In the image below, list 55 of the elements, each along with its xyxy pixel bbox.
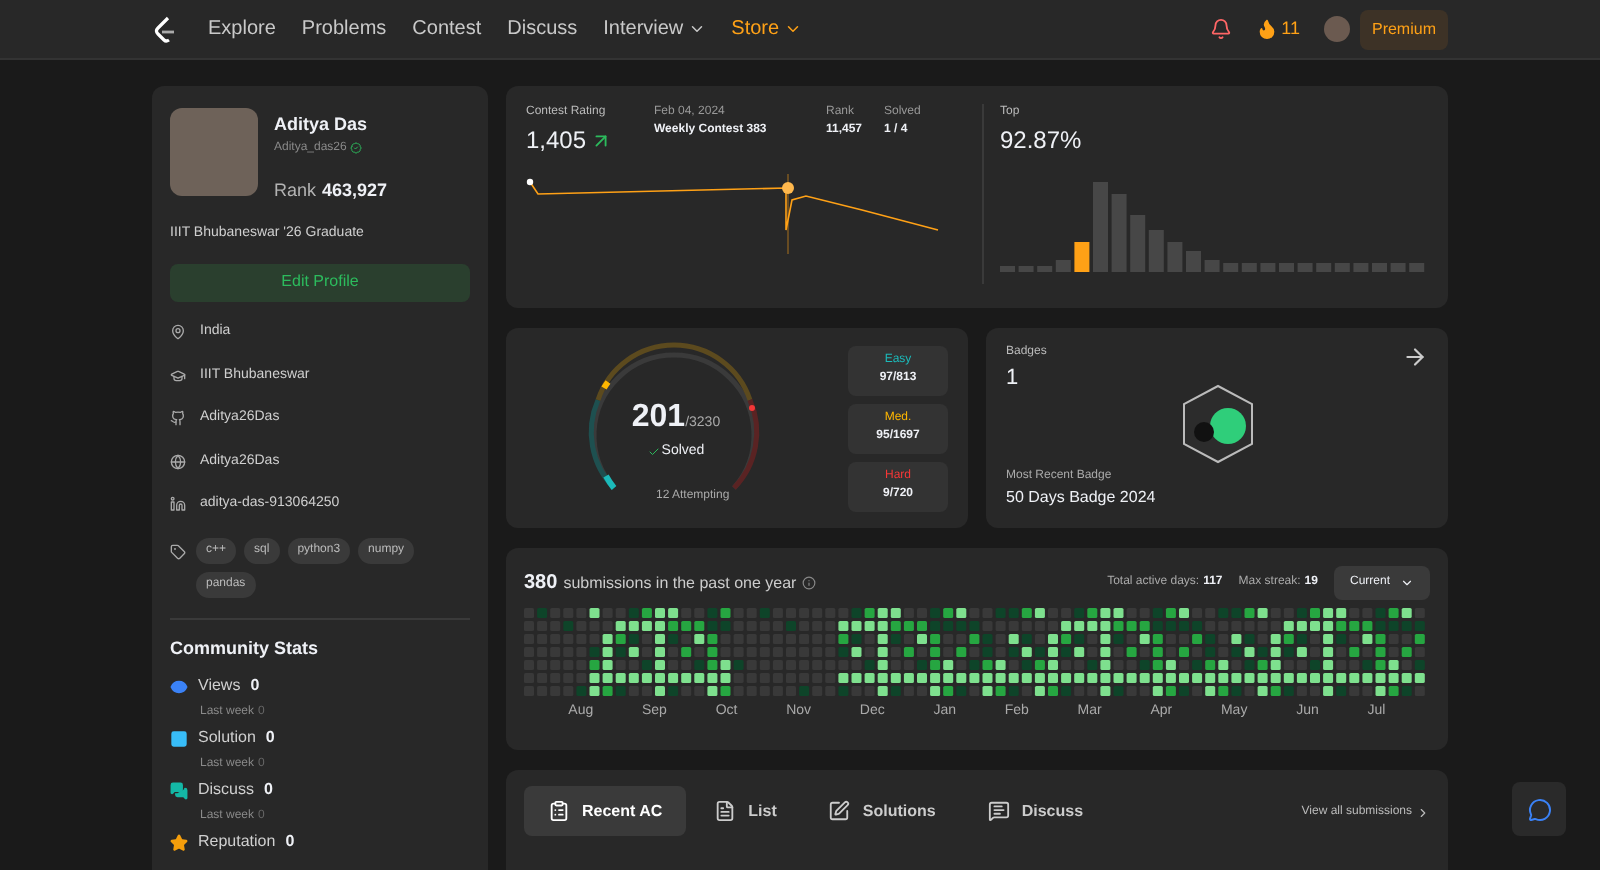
stat-label: Discuss [198, 778, 255, 802]
streak-count: 11 [1281, 15, 1300, 42]
profile-name: Aditya Das [274, 112, 370, 138]
verified-icon [350, 142, 363, 154]
top-percentage: 92.87% [1000, 124, 1084, 158]
stat-value: 0 [265, 726, 275, 750]
tag-icon [170, 543, 186, 559]
activity-tab[interactable]: Solutions [804, 786, 960, 836]
stat-value: 0 [250, 674, 260, 698]
submissions-text: submissions in the past one year [563, 571, 797, 595]
logo-icon[interactable] [152, 15, 176, 43]
chevron-right-icon [1416, 806, 1430, 820]
chevron-down-icon [1400, 576, 1414, 590]
rank-label: Rank [274, 177, 317, 203]
recent-badge-name: 50 Days Badge 2024 [1006, 485, 1158, 509]
feedback-button[interactable] [1512, 782, 1566, 836]
arrow-up-right-icon [590, 129, 613, 151]
submissions-count: 380 [524, 570, 558, 598]
info-icon[interactable] [802, 576, 817, 590]
stat-value: 0 [264, 778, 273, 802]
globe-icon [170, 453, 186, 470]
activity-tab[interactable]: Discuss [963, 786, 1108, 836]
premium-button[interactable]: Premium [1359, 9, 1448, 49]
contest-rating-value: 1,405 [526, 124, 587, 158]
nav-link[interactable]: Store [731, 14, 802, 44]
nav-link[interactable]: Interview [603, 14, 706, 44]
stat-value: 0 [285, 830, 295, 854]
community-stats-title: Community Stats [170, 635, 321, 662]
clipboard-icon [548, 800, 570, 822]
linkedin-icon [170, 496, 186, 513]
activity-tab[interactable]: Recent AC [524, 786, 687, 836]
photo-placeholder [170, 108, 258, 196]
check-icon [647, 446, 660, 458]
github-icon [170, 410, 186, 427]
nav-link[interactable]: Contest [412, 14, 482, 44]
graduation-cap-icon [170, 367, 186, 384]
stat-label: Views [198, 674, 241, 698]
nav-link[interactable]: Explore [208, 14, 276, 44]
flame-icon [1255, 18, 1278, 40]
stat-label: Reputation [198, 830, 276, 854]
edit-profile-button[interactable]: Edit Profile [170, 263, 470, 301]
arrow-right-icon[interactable] [1402, 344, 1428, 370]
nav-link[interactable]: Problems [301, 14, 387, 44]
badge-drawing [1179, 383, 1255, 463]
location-pin-icon [170, 324, 186, 341]
document-icon [714, 800, 737, 822]
activity-tab[interactable]: List [690, 786, 801, 836]
stat-label: Solution [198, 726, 256, 750]
edit-square-icon [828, 800, 851, 822]
nav-link[interactable]: Discuss [507, 14, 578, 44]
solved-count: 201 [631, 397, 686, 438]
notification-bell-icon[interactable] [1209, 18, 1232, 40]
badges-count: 1 [1006, 364, 1019, 394]
chat-bubble-icon [1527, 797, 1551, 821]
rank-value: 463,927 [322, 177, 388, 203]
